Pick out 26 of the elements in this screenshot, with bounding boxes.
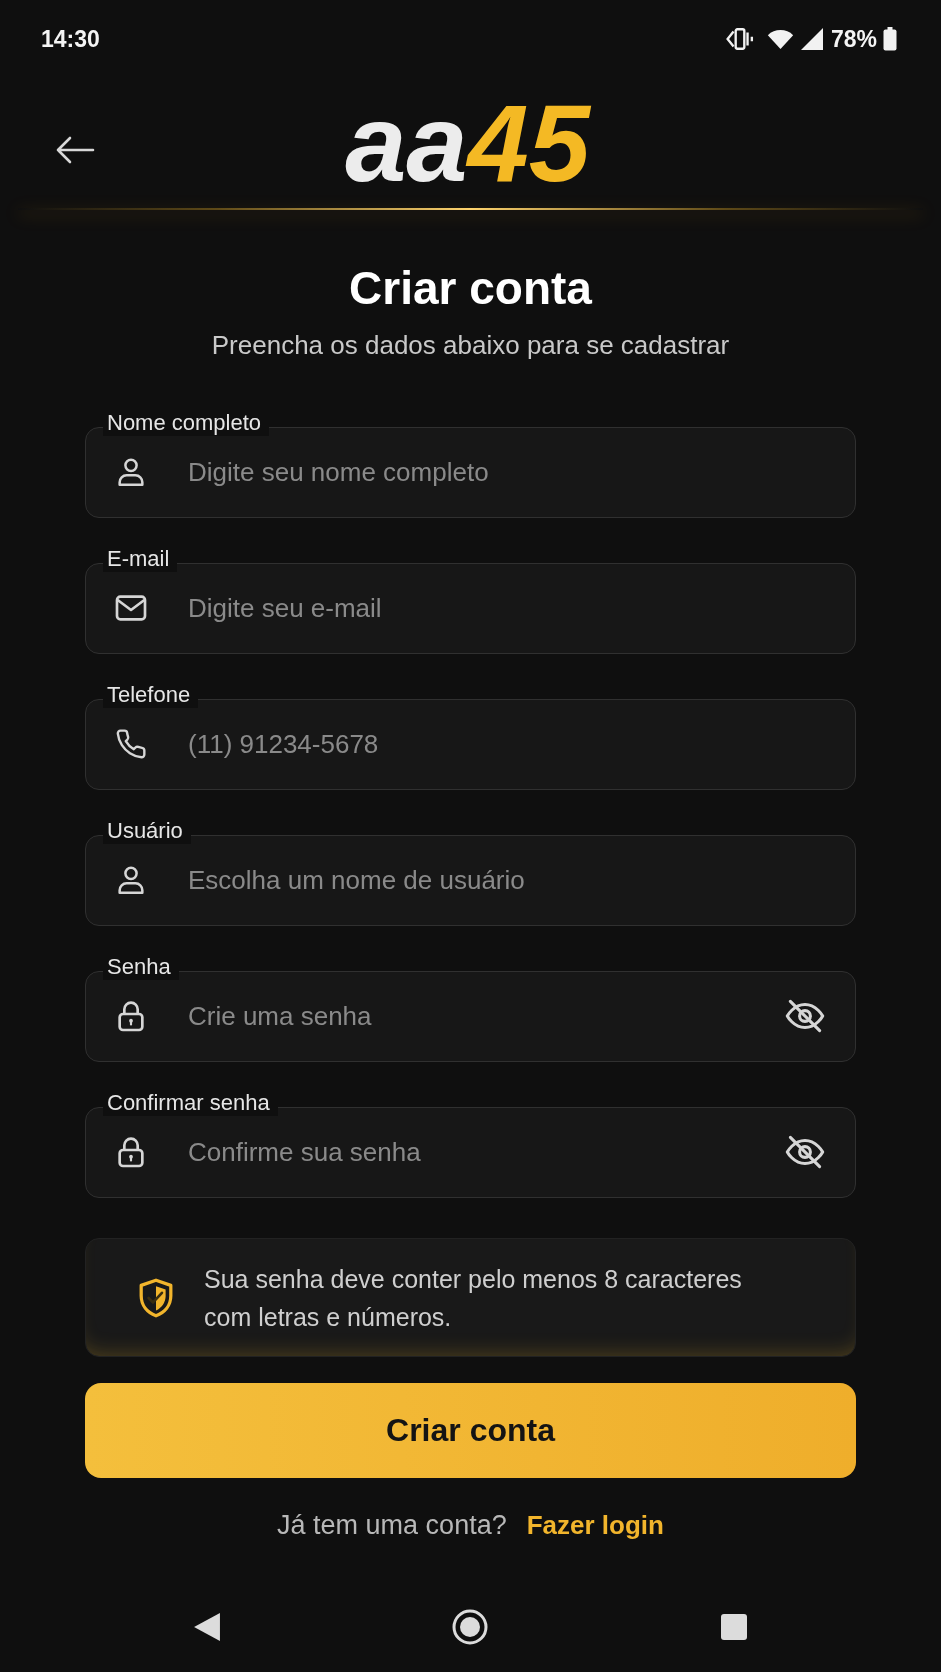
logo-wordmark: aa45 bbox=[345, 88, 592, 198]
page-subtitle: Preencha os dados abaixo para se cadastrar bbox=[211, 329, 730, 362]
vibrate-icon bbox=[725, 27, 754, 51]
phone-icon bbox=[115, 728, 147, 760]
home-icon[interactable] bbox=[452, 1609, 489, 1645]
recents-icon[interactable] bbox=[721, 1614, 748, 1640]
password-hint-text: Sua senha deve conter pelo menos 8 caracteres com letras e números. bbox=[204, 1263, 743, 1333]
lock-icon bbox=[115, 1136, 147, 1168]
create-account-button[interactable]: Criar conta bbox=[85, 1383, 856, 1478]
lock-icon bbox=[115, 1000, 147, 1032]
person-icon bbox=[115, 864, 147, 896]
battery-icon bbox=[883, 27, 897, 51]
person-icon bbox=[115, 456, 147, 488]
back-arrow-icon[interactable] bbox=[55, 135, 95, 165]
signal-icon bbox=[800, 28, 823, 50]
page-title: Criar conta bbox=[349, 261, 592, 316]
battery-percentage: 78% bbox=[830, 25, 877, 53]
login-prompt-text: Já tem uma conta? bbox=[277, 1509, 507, 1541]
eye-slash-icon[interactable] bbox=[785, 1135, 825, 1169]
envelope-icon bbox=[115, 592, 147, 624]
status-time: 14:30 bbox=[41, 25, 100, 53]
eye-slash-icon[interactable] bbox=[785, 999, 825, 1033]
shield-icon bbox=[138, 1277, 174, 1318]
back-icon[interactable] bbox=[193, 1613, 220, 1641]
wifi-icon bbox=[766, 28, 794, 50]
login-link[interactable]: Fazer login bbox=[526, 1509, 664, 1541]
